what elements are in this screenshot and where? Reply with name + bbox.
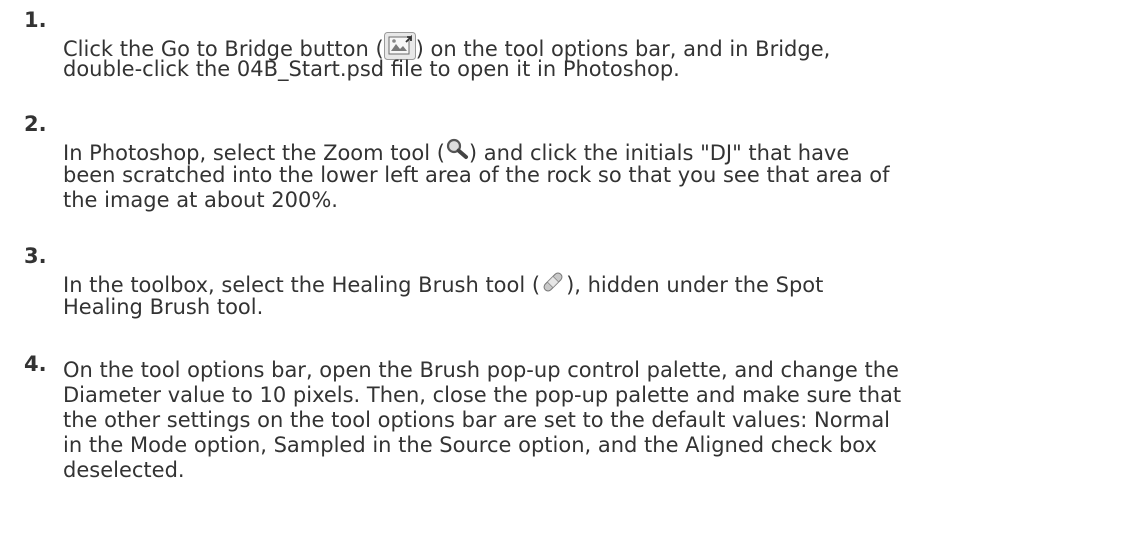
step-number: 2. (24, 112, 47, 136)
step-line: In Photoshop, select the Zoom tool ( ) a… (63, 138, 1133, 165)
step-line: the other settings on the tool options b… (63, 408, 891, 432)
step-line: In the toolbox, select the Healing Brush… (63, 270, 1133, 297)
step-line: Diameter value to 10 pixels. Then, close… (63, 383, 902, 407)
step-line: Click the Go to Bridge button ( ) on the… (63, 32, 1133, 61)
step-number: 3. (24, 244, 47, 268)
text-segment: In the toolbox, select the Healing Brush… (63, 273, 541, 297)
step-text: Click the Go to Bridge button ( ) on the… (63, 32, 1133, 82)
text-segment: In Photoshop, select the Zoom tool ( (63, 141, 445, 165)
bridge-icon (383, 32, 416, 60)
step-line: double-click the 04B_Start.psd file to o… (63, 57, 680, 81)
step-text: On the tool options bar, open the Brush … (63, 358, 1133, 483)
text-segment: ) and click the initials "DJ" that have (468, 141, 850, 165)
bandage-icon (543, 272, 563, 292)
step-line: in the Mode option, Sampled in the Sourc… (63, 433, 877, 457)
step-line: deselected. (63, 458, 185, 482)
step-line: On the tool options bar, open the Brush … (63, 358, 899, 382)
step-text: In Photoshop, select the Zoom tool ( ) a… (63, 138, 1133, 213)
step-line: Healing Brush tool. (63, 295, 264, 319)
step-line: been scratched into the lower left area … (63, 163, 890, 187)
step-number: 4. (24, 352, 47, 376)
step-text: In the toolbox, select the Healing Brush… (63, 270, 1133, 320)
text-segment: ), hidden under the Spot (566, 273, 824, 297)
magnifier-icon (446, 138, 468, 159)
step-line: the image at about 200%. (63, 188, 338, 212)
step-number: 1. (24, 8, 47, 32)
